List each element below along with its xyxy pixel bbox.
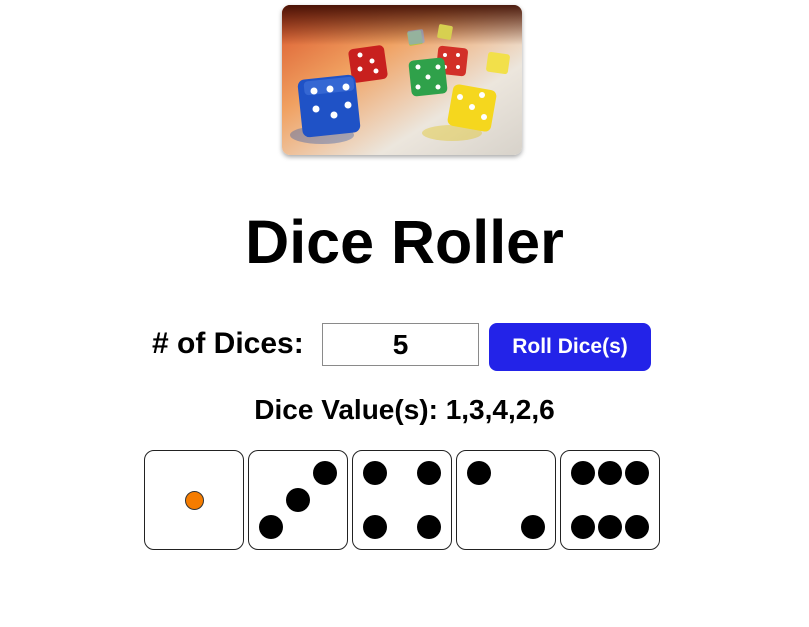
die-face-2 <box>248 450 348 550</box>
die-pip <box>625 515 649 539</box>
dice-row <box>144 450 660 550</box>
dice-roller-page: Dice Roller # of Dices: Roll Dice(s) Dic… <box>0 0 809 627</box>
dice-values-text: Dice Value(s): 1,3,4,2,6 <box>254 394 555 425</box>
dice-count-input[interactable] <box>322 323 479 366</box>
die-pip <box>571 515 595 539</box>
roll-controls: # of Dices: Roll Dice(s) <box>0 322 809 371</box>
die-pip <box>259 515 283 539</box>
die-pip <box>598 461 622 485</box>
dice-count-label: # of Dices: <box>152 327 304 360</box>
die-pip <box>363 461 387 485</box>
die-pip <box>625 461 649 485</box>
die-face-5 <box>560 450 660 550</box>
die-pip <box>467 461 491 485</box>
die-pip <box>313 461 337 485</box>
die-pip <box>185 491 204 510</box>
die-pip <box>286 488 310 512</box>
die-face-4 <box>456 450 556 550</box>
dice-photo <box>282 5 522 155</box>
die-pip <box>598 515 622 539</box>
roll-dice-button[interactable]: Roll Dice(s) <box>489 323 651 371</box>
die-pip <box>417 461 441 485</box>
die-face-3 <box>352 450 452 550</box>
die-face-1 <box>144 450 244 550</box>
die-pip <box>363 515 387 539</box>
die-pip <box>417 515 441 539</box>
die-pip <box>571 461 595 485</box>
die-pip <box>521 515 545 539</box>
page-title: Dice Roller <box>245 208 564 276</box>
